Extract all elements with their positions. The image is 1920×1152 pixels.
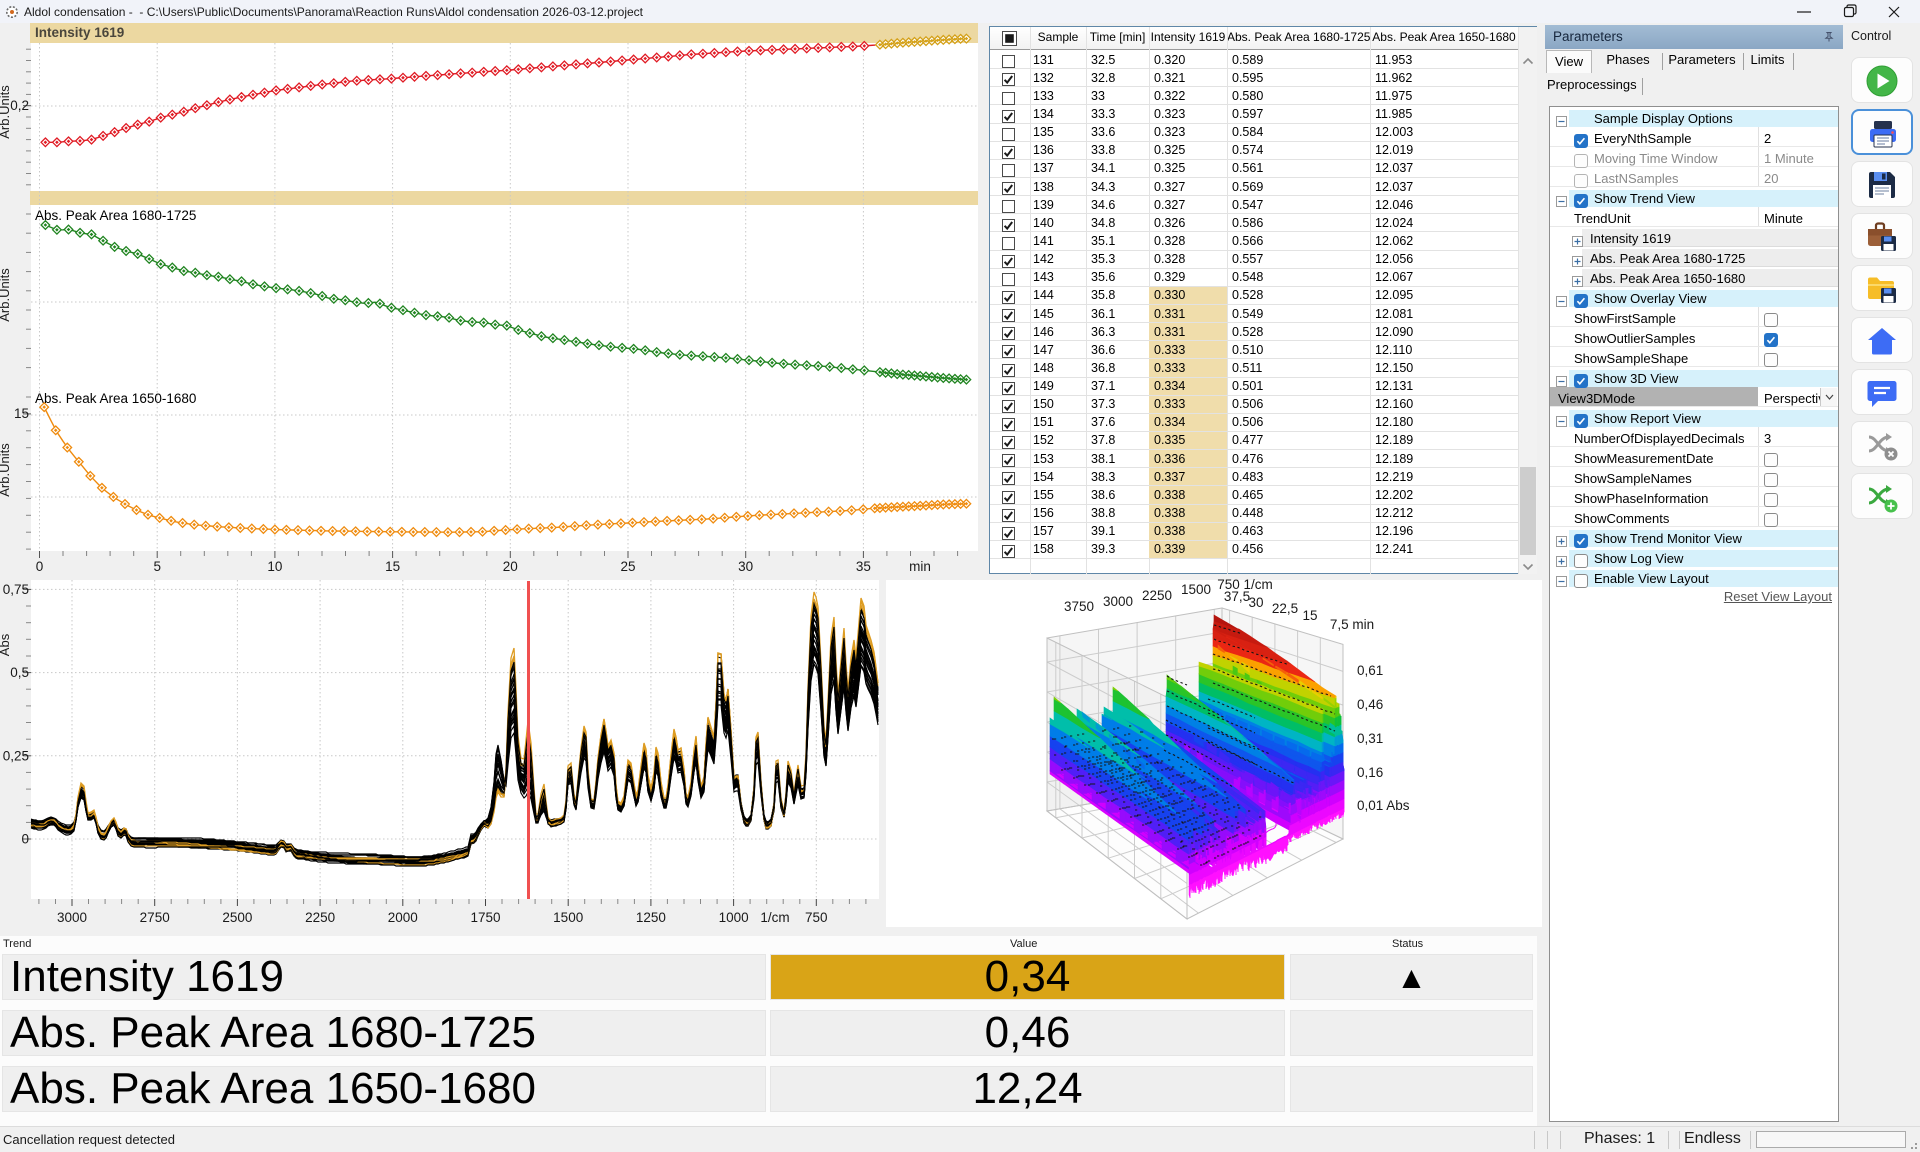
svg-text:1/cm: 1/cm — [760, 910, 789, 925]
svg-text:3750: 3750 — [1064, 599, 1094, 614]
svg-text:15: 15 — [14, 406, 29, 421]
svg-text:0,75: 0,75 — [3, 582, 29, 597]
svg-text:7,5 min: 7,5 min — [1330, 617, 1374, 632]
svg-text:15: 15 — [385, 559, 400, 574]
svg-text:1250: 1250 — [636, 910, 666, 925]
svg-text:2500: 2500 — [222, 910, 252, 925]
svg-text:0,5: 0,5 — [10, 665, 29, 680]
svg-text:Abs: Abs — [0, 633, 12, 656]
svg-text:Arb.Units: Arb.Units — [0, 443, 12, 497]
svg-text:15: 15 — [1302, 608, 1317, 623]
svg-text:20: 20 — [503, 559, 518, 574]
svg-text:30: 30 — [738, 559, 753, 574]
svg-text:22,5: 22,5 — [1272, 601, 1298, 616]
svg-text:2750: 2750 — [140, 910, 170, 925]
svg-text:30: 30 — [1248, 595, 1263, 610]
svg-text:Arb.Units: Arb.Units — [0, 85, 12, 139]
svg-text:0,25: 0,25 — [3, 748, 29, 763]
svg-text:2000: 2000 — [388, 910, 418, 925]
svg-text:Abs. Peak Area 1680-1725: Abs. Peak Area 1680-1725 — [35, 208, 196, 223]
svg-text:1500: 1500 — [553, 910, 583, 925]
svg-text:35: 35 — [856, 559, 871, 574]
svg-text:0,01 Abs: 0,01 Abs — [1357, 798, 1410, 813]
svg-text:0,2: 0,2 — [10, 98, 29, 113]
svg-text:25: 25 — [620, 559, 635, 574]
svg-text:5: 5 — [153, 559, 161, 574]
svg-text:0: 0 — [36, 559, 44, 574]
svg-text:37,5: 37,5 — [1224, 589, 1250, 604]
svg-text:1750: 1750 — [470, 910, 500, 925]
svg-text:2250: 2250 — [305, 910, 335, 925]
svg-text:Abs. Peak Area 1650-1680: Abs. Peak Area 1650-1680 — [35, 391, 196, 406]
svg-text:1500: 1500 — [1181, 582, 1211, 597]
svg-text:1000: 1000 — [719, 910, 749, 925]
svg-text:3000: 3000 — [57, 910, 87, 925]
svg-text:0: 0 — [21, 832, 29, 847]
svg-text:0,16: 0,16 — [1357, 765, 1383, 780]
svg-text:10: 10 — [267, 559, 282, 574]
svg-text:0,46: 0,46 — [1357, 697, 1383, 712]
svg-text:750: 750 — [805, 910, 828, 925]
svg-text:0,31: 0,31 — [1357, 731, 1383, 746]
svg-text:0,61: 0,61 — [1357, 663, 1383, 678]
svg-text:3000: 3000 — [1103, 594, 1133, 609]
svg-text:Intensity 1619: Intensity 1619 — [35, 25, 124, 40]
svg-text:2250: 2250 — [1142, 588, 1172, 603]
svg-text:Arb.Units: Arb.Units — [0, 268, 12, 322]
svg-text:min: min — [909, 559, 931, 574]
